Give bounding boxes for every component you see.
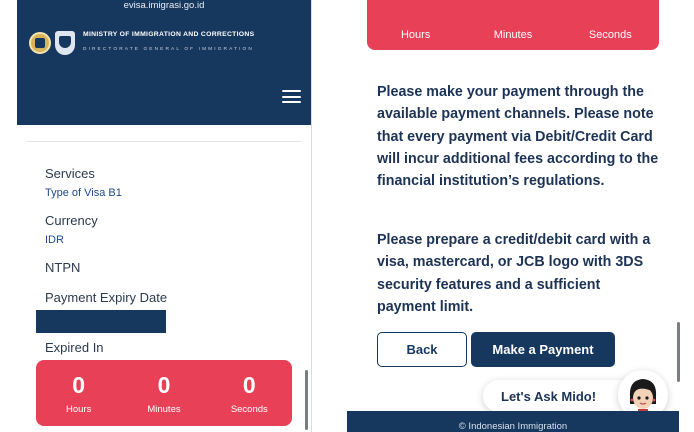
hamburger-menu-icon[interactable] <box>282 90 301 103</box>
hours-label: Hours <box>400 29 431 41</box>
redaction-bar <box>36 310 166 333</box>
make-payment-button[interactable]: Make a Payment <box>471 332 615 367</box>
logo-row[interactable]: MINISTRY OF IMMIGRATION AND CORRECTIONS … <box>29 30 254 55</box>
ntpn-label: NTPN <box>45 260 81 275</box>
timer-minutes: 0 Minutes <box>129 372 199 415</box>
seconds-label: Seconds <box>588 29 632 41</box>
seconds-label: Seconds <box>230 403 268 415</box>
left-panel: evisa.imigrasi.go.id MINISTRY OF IMMIGRA… <box>0 0 312 432</box>
back-button[interactable]: Back <box>377 332 467 367</box>
chat-label: Let's Ask Mido! <box>501 388 597 404</box>
seconds-value: 0 <box>242 371 256 398</box>
timer-seconds: 0 Seconds <box>214 372 284 415</box>
minutes-label: Minutes <box>147 403 181 415</box>
currency-label: Currency <box>45 213 98 228</box>
timer-hours: 0 Hours <box>44 372 114 415</box>
countdown-timer: 0 Hours 0 Minutes 0 Seconds <box>36 360 292 426</box>
right-panel: Hours Minutes Seconds Please make your p… <box>312 0 694 432</box>
minutes-label: Minutes <box>493 29 533 41</box>
divider <box>26 141 302 142</box>
payment-info-paragraph: Please make your payment through the ava… <box>377 84 659 190</box>
hours-label: Hours <box>65 403 92 415</box>
card-requirement-paragraph: Please prepare a credit/debit card with … <box>377 232 651 315</box>
minutes-value: 0 <box>157 371 171 398</box>
currency-value: IDR <box>45 234 64 246</box>
hours-value: 0 <box>72 371 86 398</box>
expired-in-label: Expired In <box>45 340 104 355</box>
services-value: Type of Visa B1 <box>45 187 122 199</box>
directorate-title: DIRECTORATE GENERAL OF IMMIGRATION <box>83 47 254 52</box>
footer: © Indonesian Immigration <box>347 411 679 432</box>
ministry-title: MINISTRY OF IMMIGRATION AND CORRECTIONS <box>83 31 255 38</box>
site-header: evisa.imigrasi.go.id MINISTRY OF IMMIGRA… <box>17 0 311 125</box>
ministry-titles: MINISTRY OF IMMIGRATION AND CORRECTIONS … <box>83 30 254 55</box>
countdown-timer-top: Hours Minutes Seconds <box>367 0 659 50</box>
scrollbar[interactable] <box>677 322 680 382</box>
coat-of-arms-icon <box>29 31 51 54</box>
immigration-emblem-icon <box>55 30 75 55</box>
scrollbar[interactable] <box>305 370 308 430</box>
payment-expiry-label: Payment Expiry Date <box>45 290 168 305</box>
url-bar-text: evisa.imigrasi.go.id <box>123 0 205 11</box>
services-label: Services <box>45 166 95 181</box>
